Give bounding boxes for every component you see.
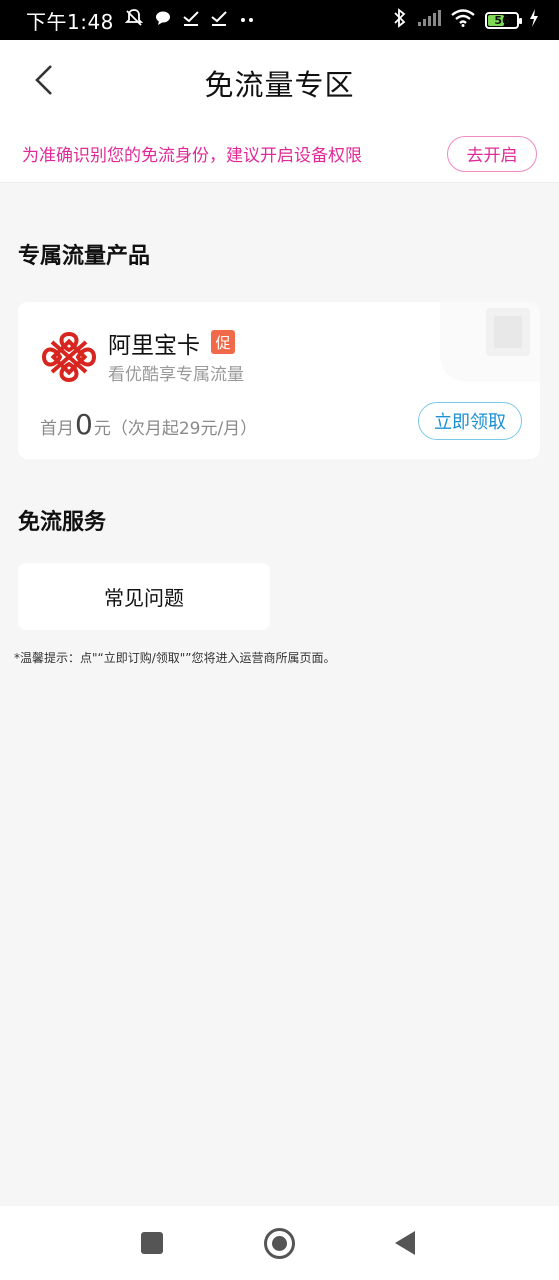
product-name: 阿里宝卡 xyxy=(108,333,200,359)
page-title: 免流量专区 xyxy=(204,68,355,102)
status-bar: 下午1:48 56 xyxy=(0,0,559,40)
enable-permission-button[interactable]: 去开启 xyxy=(447,135,537,172)
signal-icon xyxy=(417,10,441,30)
status-left: 下午1:48 xyxy=(26,6,256,35)
sim-card-watermark-icon xyxy=(430,302,540,382)
product-card[interactable]: 阿里宝卡 促 看优酷享专属流量 首月 0 元（次月起29元/月） 立即领取 xyxy=(18,302,540,459)
permission-banner: 为准确识别您的免流身份，建议开启设备权限 去开启 xyxy=(0,125,559,183)
price-line: 首月 0 元（次月起29元/月） xyxy=(40,408,257,441)
claim-now-button[interactable]: 立即领取 xyxy=(418,402,522,440)
chat-bubble-icon xyxy=(154,9,172,31)
charging-icon xyxy=(529,9,539,31)
price-prefix: 首月 xyxy=(40,419,74,439)
mute-bell-icon xyxy=(124,8,144,32)
recent-apps-icon[interactable] xyxy=(141,1232,163,1254)
bluetooth-icon xyxy=(393,8,407,32)
more-dots-icon xyxy=(238,12,256,29)
section-title-services: 免流服务 xyxy=(18,510,107,535)
china-unicom-logo xyxy=(41,331,97,383)
battery-icon: 56 xyxy=(485,11,522,29)
price-amount: 0 xyxy=(75,408,93,441)
tip-text: *温馨提示：点"“立即订购/领取"”您将进入运营商所属页面。 xyxy=(14,651,336,665)
home-icon[interactable] xyxy=(264,1228,295,1259)
permission-text: 为准确识别您的免流身份，建议开启设备权限 xyxy=(22,146,362,166)
status-time: 下午1:48 xyxy=(26,9,114,34)
faq-button[interactable]: 常见问题 xyxy=(18,563,270,630)
section-title-products: 专属流量产品 xyxy=(18,244,151,269)
back-triangle-icon[interactable] xyxy=(395,1231,415,1255)
check-download-icon xyxy=(182,9,200,31)
promo-badge: 促 xyxy=(211,330,235,354)
price-suffix: 元（次月起29元/月） xyxy=(93,419,258,439)
wifi-icon xyxy=(451,9,475,31)
battery-level-text: 56 xyxy=(494,13,510,27)
check-download-icon xyxy=(210,9,228,31)
header: 免流量专区 xyxy=(0,40,559,125)
product-description: 看优酷享专属流量 xyxy=(108,365,244,385)
status-right: 56 xyxy=(393,8,539,32)
system-nav-bar xyxy=(0,1206,559,1280)
